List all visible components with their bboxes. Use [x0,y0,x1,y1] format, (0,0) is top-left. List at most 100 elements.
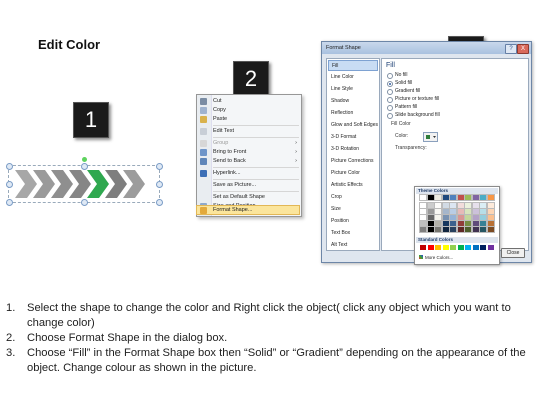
theme-color-swatch[interactable] [441,208,450,215]
theme-color-swatch[interactable] [471,214,480,221]
menu-item-group[interactable]: Group › [197,139,301,148]
close-button[interactable]: Close [501,248,525,258]
category-picture-corrections[interactable]: Picture Corrections [328,156,378,167]
category-alt-text[interactable]: Alt Text [328,240,378,251]
theme-color-swatch[interactable] [449,214,457,221]
standard-color-swatch[interactable] [427,245,434,250]
radio-picture-texture-fill[interactable]: Picture or texture fill [387,96,507,103]
theme-color-swatch[interactable] [434,202,442,209]
theme-color-swatch[interactable] [441,226,450,233]
chevron-7[interactable] [123,170,145,198]
more-colors-button[interactable]: More Colors... [419,254,495,261]
theme-color-swatch[interactable] [419,202,427,209]
standard-color-swatch[interactable] [435,245,441,250]
theme-color-swatch[interactable] [434,194,442,201]
category-reflection[interactable]: Reflection [328,108,378,119]
menu-item-send-to-back[interactable]: Send to Back › [197,157,301,166]
category-3d-rotation[interactable]: 3-D Rotation [328,144,378,155]
category-line-color[interactable]: Line Color [328,72,378,83]
category-picture-color[interactable]: Picture Color [328,168,378,179]
theme-color-swatch[interactable] [449,208,457,215]
theme-color-swatch[interactable] [426,220,435,227]
menu-item-paste[interactable]: Paste [197,115,301,124]
menu-item-set-default-shape[interactable]: Set as Default Shape [197,193,301,202]
category-shadow[interactable]: Shadow [328,96,378,107]
theme-color-swatch[interactable] [419,194,427,201]
theme-color-swatch[interactable] [456,208,465,215]
theme-color-swatch[interactable] [419,226,427,233]
theme-color-swatch[interactable] [479,226,487,233]
resize-handle-t[interactable] [81,163,88,170]
theme-color-swatch[interactable] [441,194,450,201]
theme-color-swatch[interactable] [479,194,487,201]
theme-color-swatch[interactable] [419,220,427,227]
standard-color-swatch[interactable] [480,245,486,250]
menu-item-copy[interactable]: Copy [197,106,301,115]
theme-color-swatch[interactable] [479,202,487,209]
standard-color-swatch[interactable] [487,245,494,250]
theme-color-swatch[interactable] [419,208,427,215]
theme-color-swatch[interactable] [479,214,487,221]
theme-color-swatch[interactable] [441,220,450,227]
theme-color-swatch[interactable] [441,202,450,209]
theme-color-swatch[interactable] [471,226,480,233]
chevron-shape-group[interactable] [6,157,163,206]
theme-color-swatch[interactable] [449,202,457,209]
theme-color-swatch[interactable] [471,194,480,201]
theme-color-swatch[interactable] [434,214,442,221]
standard-color-swatch[interactable] [457,245,464,250]
theme-color-swatch[interactable] [464,208,472,215]
resize-handle-b[interactable] [81,199,88,206]
theme-color-swatch[interactable] [486,208,495,215]
category-fill[interactable]: Fill [328,60,378,71]
standard-color-swatch[interactable] [472,245,479,250]
theme-color-swatch[interactable] [486,226,495,233]
resize-handle-tl[interactable] [6,163,13,170]
resize-handle-br[interactable] [156,199,163,206]
theme-color-swatch[interactable] [434,208,442,215]
radio-gradient-fill[interactable]: Gradient fill [387,88,507,95]
theme-color-swatch[interactable] [449,226,457,233]
color-dropdown-button[interactable] [423,132,438,142]
category-glow-soft-edges[interactable]: Glow and Soft Edges [328,120,378,131]
theme-color-swatch[interactable] [464,226,472,233]
menu-item-bring-to-front[interactable]: Bring to Front › [197,148,301,157]
theme-color-swatch[interactable] [456,226,465,233]
theme-color-swatch[interactable] [441,214,450,221]
theme-color-swatch[interactable] [419,214,427,221]
menu-item-hyperlink[interactable]: Hyperlink... [197,169,301,178]
theme-color-swatch[interactable] [486,202,495,209]
theme-color-swatch[interactable] [471,202,480,209]
menu-item-format-shape[interactable]: Format Shape... [196,205,300,215]
close-x-button[interactable]: X [517,44,529,54]
help-button[interactable]: ? [505,44,517,54]
resize-handle-r[interactable] [156,181,163,188]
radio-slide-background-fill[interactable]: Slide background fill [387,112,507,119]
category-text-box[interactable]: Text Box [328,228,378,239]
theme-color-swatch[interactable] [456,214,465,221]
standard-color-swatch[interactable] [465,245,471,250]
theme-color-swatch[interactable] [471,220,480,227]
theme-color-swatch[interactable] [426,208,435,215]
theme-color-swatch[interactable] [464,220,472,227]
theme-color-swatch[interactable] [486,214,495,221]
standard-color-swatch[interactable] [442,245,449,250]
theme-color-swatch[interactable] [426,202,435,209]
theme-color-swatch[interactable] [464,194,472,201]
standard-color-swatch[interactable] [450,245,456,250]
resize-handle-bl[interactable] [6,199,13,206]
theme-color-swatch[interactable] [479,220,487,227]
theme-color-swatch[interactable] [456,194,465,201]
theme-color-swatch[interactable] [434,220,442,227]
category-crop[interactable]: Crop [328,192,378,203]
menu-item-edit-text[interactable]: Edit Text [197,127,301,136]
theme-color-swatch[interactable] [464,214,472,221]
theme-color-swatch[interactable] [426,226,435,233]
theme-color-swatch[interactable] [449,194,457,201]
theme-color-swatch[interactable] [479,208,487,215]
rotate-handle[interactable] [82,157,87,162]
category-size[interactable]: Size [328,204,378,215]
theme-color-swatch[interactable] [456,202,465,209]
theme-color-swatch[interactable] [434,226,442,233]
radio-no-fill[interactable]: No fill [387,72,507,79]
